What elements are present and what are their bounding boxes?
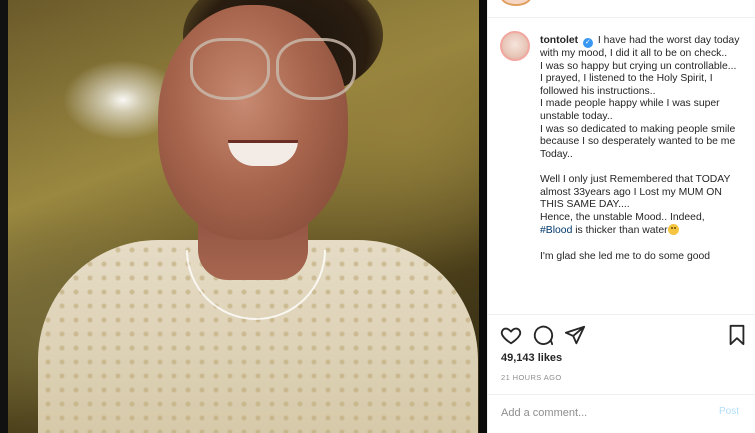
action-bar bbox=[500, 324, 748, 348]
heart-icon[interactable] bbox=[500, 324, 524, 348]
author-avatar[interactable] bbox=[500, 31, 530, 61]
emoji-icon bbox=[667, 224, 679, 236]
photo-glasses-left bbox=[190, 38, 270, 100]
verified-badge-icon: ✓ bbox=[582, 38, 593, 48]
caption-line: is thicker than water bbox=[572, 225, 668, 237]
caption-line: I'm glad she led me to do some good bbox=[540, 250, 711, 262]
caption-line: Hence, the unstable Mood.. Indeed, bbox=[540, 211, 705, 223]
post-comment-button[interactable]: Post bbox=[719, 406, 739, 417]
caption-line: I was so happy but crying un controllabl… bbox=[540, 60, 737, 72]
caption-line: Well I only just Remembered that TODAY a… bbox=[540, 173, 731, 211]
caption-line: I made people happy while I was super un… bbox=[540, 98, 720, 122]
instagram-post: tontolet ✓ I have had the worst day toda… bbox=[0, 0, 755, 433]
post-image[interactable] bbox=[0, 0, 487, 433]
caption-line: I prayed, I listened to the Holy Spirit,… bbox=[540, 73, 713, 97]
header-divider bbox=[488, 17, 755, 18]
post-timestamp[interactable]: 21 HOURS AGO bbox=[501, 373, 562, 382]
photo-glasses-right bbox=[276, 38, 356, 100]
post-photo bbox=[8, 0, 479, 433]
share-icon[interactable] bbox=[564, 324, 588, 348]
section-divider bbox=[488, 394, 755, 395]
caption-line: I was so dedicated to making people smil… bbox=[540, 123, 736, 160]
likes-count[interactable]: 49,143 likes bbox=[501, 352, 562, 364]
comment-input[interactable] bbox=[501, 405, 701, 421]
section-divider bbox=[488, 314, 755, 315]
image-border bbox=[479, 0, 487, 433]
image-border bbox=[0, 0, 8, 433]
author-username[interactable]: tontolet bbox=[540, 35, 578, 46]
hashtag-link[interactable]: #Blood bbox=[540, 225, 572, 236]
post-caption: tontolet ✓ I have had the worst day toda… bbox=[540, 35, 748, 312]
post-side-panel: tontolet ✓ I have had the worst day toda… bbox=[487, 0, 755, 433]
comment-icon[interactable] bbox=[532, 324, 556, 348]
header-avatar[interactable] bbox=[500, 0, 532, 6]
bookmark-icon[interactable] bbox=[726, 324, 750, 348]
